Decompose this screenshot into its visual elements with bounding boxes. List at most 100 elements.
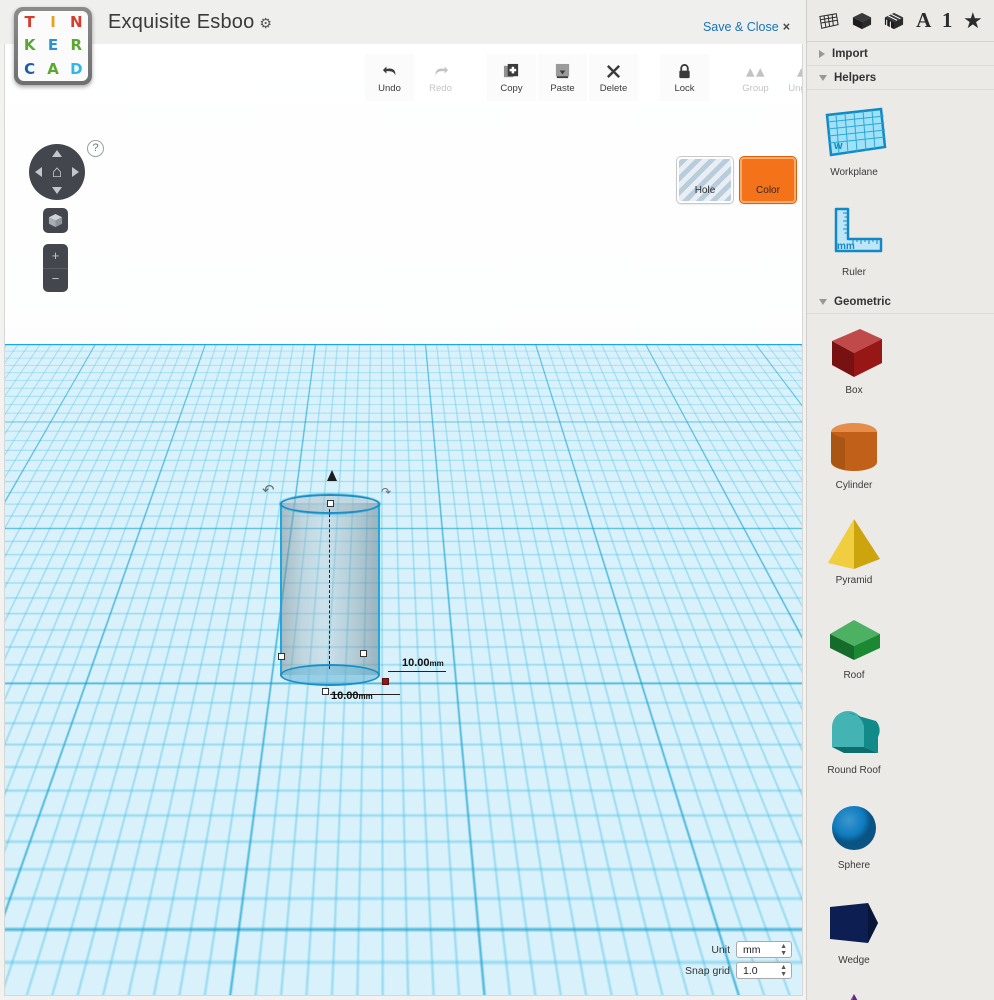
shape-item-pyramid[interactable]: Pyramid [807,504,901,599]
helpers-grid: w Workplane mm Ruler [807,90,994,290]
dotted-cube-icon[interactable] [883,11,905,31]
color-label: Color [756,185,780,196]
dimension-label-width[interactable]: 10.00mm [331,690,373,702]
shape-item-box[interactable]: Box [807,314,901,409]
pyramid-icon [818,512,890,574]
view-cube-icon[interactable] [43,208,68,233]
logo-letter-6: C [24,59,36,78]
cone-icon [818,987,890,1000]
undo-button[interactable]: Undo [365,54,414,101]
depth-value: 10.00 [402,657,430,669]
view-navigation-widget[interactable]: ? ⌂ + − [29,140,104,292]
delete-button[interactable]: Delete [589,54,638,101]
unit-select[interactable]: mm ▲ ▼ [736,941,792,958]
grid-plane-icon[interactable] [818,11,840,31]
stepper-icon[interactable]: ▲ ▼ [780,964,787,978]
helper-item-workplane[interactable]: w Workplane [807,90,901,190]
shape-label: Sphere [837,860,871,871]
sidebar-section-import[interactable]: Import [807,42,994,66]
gear-icon[interactable]: ⚙ [259,15,272,31]
ungroup-button: Ungroup [782,54,802,101]
chevron-down-icon [819,74,827,81]
group-button: Group [731,54,780,101]
snap-grid-select[interactable]: 1.0 ▲ ▼ [736,962,792,979]
save-close-label: Save & Close [702,20,779,34]
shape-label: Roof [843,670,865,681]
tinkercad-logo[interactable]: TIN KER CAD [14,7,92,85]
shape-item-cone[interactable]: Cone [807,979,901,1000]
arrow-right-icon[interactable] [72,167,79,177]
arrow-left-icon[interactable] [35,167,42,177]
shape-label: Pyramid [835,575,873,586]
shape-label: Cylinder [835,480,873,491]
helpers-label: Helpers [834,71,877,84]
hole-swatch-button[interactable]: Hole [677,157,733,203]
cylinder-object[interactable]: ↶ ↷ 10.00mm 10.00mm [262,470,446,702]
snap-grid-label: Snap grid [685,964,730,977]
undo-label: Undo [378,82,401,94]
group-mountains-icon [745,62,766,81]
shape-label: Wedge [838,955,870,966]
zoom-controls[interactable]: + − [43,244,68,292]
resize-handle-left[interactable] [278,653,285,660]
shape-item-roof[interactable]: Roof [807,599,901,694]
zoom-out-button[interactable]: − [43,268,68,292]
arrow-down-icon[interactable] [52,187,62,194]
shape-item-round-roof[interactable]: Round Roof [807,694,901,789]
sidebar-section-helpers[interactable]: Helpers [807,66,994,90]
dimension-line-depth [388,671,446,672]
stepper-icon[interactable]: ▲ ▼ [780,943,787,957]
logo-letter-1: I [50,13,56,32]
padlock-icon [677,62,692,81]
lock-button[interactable]: Lock [660,54,709,101]
sidebar-section-geometric[interactable]: Geometric [807,290,994,314]
resize-handle-back[interactable] [360,650,367,657]
text-letter-icon[interactable]: A [916,8,931,33]
close-icon[interactable]: × [783,20,790,34]
resize-handle-top[interactable] [327,500,334,507]
paste-icon [554,62,571,81]
dimension-label-depth[interactable]: 10.00mm [402,657,444,669]
paste-button[interactable]: Paste [538,54,587,101]
rotate-right-icon[interactable]: ↷ [381,485,391,499]
ungroup-mountains-icon [796,62,802,81]
import-label: Import [832,47,868,60]
width-unit: mm [358,692,373,701]
project-title-text: Exquisite Esboo [108,11,255,33]
helper-item-ruler[interactable]: mm Ruler [807,190,901,290]
solid-cube-icon[interactable] [851,11,873,31]
ruler-icon: mm [818,198,890,266]
3d-canvas[interactable]: ne ? ⌂ + − UndoRedoCopyPasteDeleteLockGr… [4,44,803,996]
cylinder-icon [818,417,890,479]
edit-toolbar: Undo Redo Copy Paste Delete Lock Group Ungroup [365,54,802,101]
zoom-in-button[interactable]: + [43,244,68,268]
color-swatch-button[interactable]: Color [740,157,796,203]
view-direction-pad[interactable]: ⌂ [29,144,85,200]
help-question-icon[interactable]: ? [87,140,104,157]
arrow-up-icon[interactable] [52,150,62,157]
logo-letter-4: E [47,36,59,55]
logo-letter-3: K [23,36,36,55]
shape-item-cylinder[interactable]: Cylinder [807,409,901,504]
save-and-close-button[interactable]: Save & Close × [703,20,790,34]
sidebar-category-icons: A 1 ★ [807,0,994,42]
star-favorite-icon[interactable]: ★ [963,9,983,31]
shape-item-sphere[interactable]: Sphere [807,789,901,884]
logo-letters: TIN KER CAD [18,11,88,81]
resize-handle-front[interactable] [322,688,329,695]
number-icon[interactable]: 1 [942,8,953,33]
resize-handle-corner[interactable] [382,678,389,685]
home-icon[interactable]: ⌂ [47,162,67,182]
logo-letter-0: T [24,13,35,32]
helper-label: Ruler [842,267,866,278]
svg-text:w: w [833,140,843,152]
copy-button[interactable]: Copy [487,54,536,101]
sphere-icon [818,797,890,859]
chevron-down-icon [819,298,827,305]
height-arrow-icon[interactable] [327,470,337,481]
rotate-left-icon[interactable]: ↶ [262,481,275,499]
chevron-right-icon [819,49,825,58]
unit-settings: Unit mm ▲ ▼ Snap grid 1.0 ▲ ▼ [685,941,792,983]
shape-item-wedge[interactable]: Wedge [807,884,901,979]
